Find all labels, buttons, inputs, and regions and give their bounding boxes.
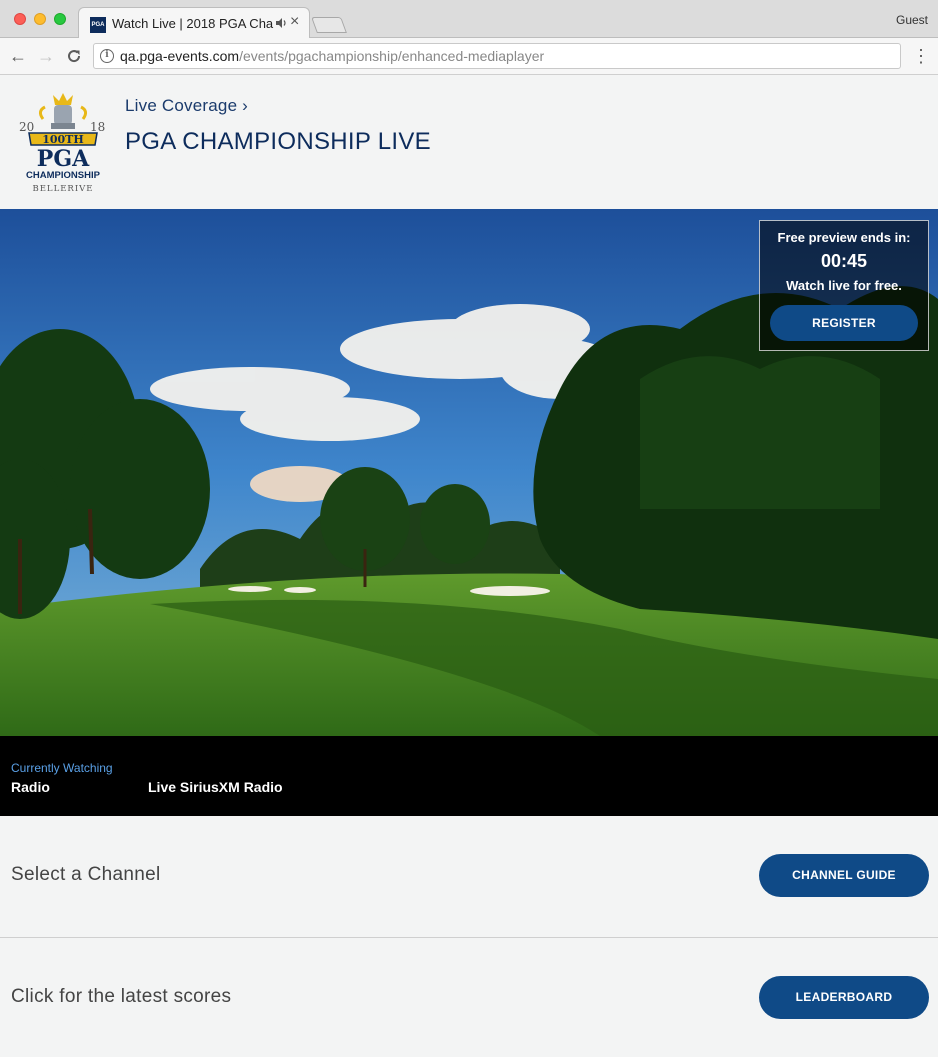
pga-favicon-icon: PGA	[90, 17, 106, 33]
url-path: /events/pgachampionship/enhanced-mediapl…	[239, 48, 545, 64]
site-info-icon[interactable]: i	[100, 49, 114, 63]
url-host: qa.pga-events.com	[120, 48, 240, 64]
chevron-right-icon: ›	[242, 96, 249, 115]
window-close-button[interactable]	[14, 13, 26, 25]
channel-row: Select a Channel CHANNEL GUIDE	[0, 816, 938, 936]
logo-year-left: 20	[19, 120, 34, 134]
forward-arrow-icon[interactable]: →	[36, 46, 56, 66]
preview-message: Watch live for free.	[786, 278, 902, 293]
logo-year-right: 18	[90, 120, 105, 134]
page-title: PGA CHAMPIONSHIP LIVE	[125, 128, 431, 155]
profile-name[interactable]: Guest	[896, 13, 928, 27]
select-channel-label: Select a Channel	[11, 864, 161, 885]
speaker-icon[interactable]	[275, 16, 287, 30]
currently-watching-bar: Currently Watching Radio Live SiriusXM R…	[0, 736, 938, 816]
preview-ends-label: Free preview ends in:	[777, 230, 911, 245]
new-tab-button[interactable]	[311, 17, 347, 33]
browser-tab[interactable]: PGA Watch Live | 2018 PGA Championship ×	[78, 7, 310, 39]
breadcrumb-live-coverage[interactable]: Live Coverage ›	[125, 96, 248, 116]
browser-toolbar: ← → i qa.pga-events.com/events/pgachampi…	[0, 38, 938, 75]
address-bar[interactable]: i qa.pga-events.com/events/pgachampionsh…	[93, 43, 901, 69]
free-preview-panel: Free preview ends in: 00:45 Watch live f…	[759, 220, 929, 351]
reload-icon[interactable]	[64, 46, 84, 66]
page-header: 20 18 100TH PGA CHAMPIONSHIP BELLERIVE L…	[0, 76, 938, 209]
scores-row: Click for the latest scores LEADERBOARD	[0, 937, 938, 1057]
logo-venue: BELLERIVE	[32, 184, 93, 194]
close-tab-icon[interactable]: ×	[290, 13, 299, 31]
back-arrow-icon[interactable]: ←	[8, 46, 28, 66]
url-text[interactable]: qa.pga-events.com/events/pgachampionship…	[120, 48, 544, 64]
pga-championship-logo[interactable]: 20 18 100TH PGA CHAMPIONSHIP BELLERIVE	[15, 91, 111, 195]
window-maximize-button[interactable]	[54, 13, 66, 25]
logo-wordmark: PGA	[37, 146, 90, 172]
currently-watching-name: Live SiriusXM Radio	[148, 779, 283, 795]
register-button[interactable]: REGISTER	[770, 305, 918, 341]
tab-title: Watch Live | 2018 PGA Championship	[112, 16, 274, 31]
channel-guide-button[interactable]: CHANNEL GUIDE	[759, 854, 929, 897]
video-player[interactable]: Free preview ends in: 00:45 Watch live f…	[0, 209, 938, 736]
logo-subtitle: CHAMPIONSHIP	[26, 170, 101, 181]
breadcrumb-label: Live Coverage	[125, 96, 238, 115]
browser-menu-icon[interactable]: ⋮	[912, 45, 930, 67]
browser-tab-bar: PGA Watch Live | 2018 PGA Championship ×…	[0, 0, 938, 39]
currently-watching-type: Radio	[11, 779, 50, 795]
preview-countdown: 00:45	[820, 251, 868, 271]
window-minimize-button[interactable]	[34, 13, 46, 25]
leaderboard-button[interactable]: LEADERBOARD	[759, 976, 929, 1019]
currently-watching-label: Currently Watching	[11, 761, 113, 775]
latest-scores-label: Click for the latest scores	[11, 986, 232, 1007]
logo-banner: 100TH	[42, 133, 84, 146]
